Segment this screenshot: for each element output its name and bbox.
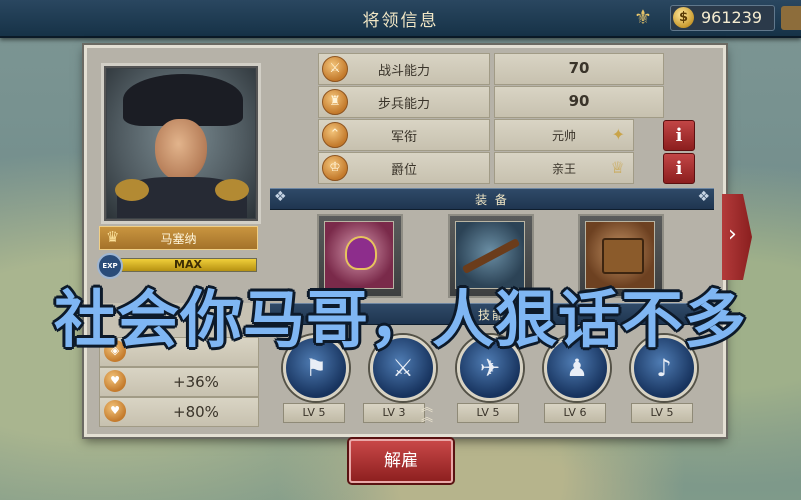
skill-level: LV 5	[283, 403, 345, 423]
coin-icon: $	[673, 7, 694, 28]
epaulet-left	[115, 179, 149, 201]
dismiss-button[interactable]: 解雇	[349, 439, 453, 483]
stat-row-infantry: ♜ 步兵能力 90	[318, 86, 694, 118]
equipment-header: 装 备 ❖ ❖	[270, 188, 714, 210]
gold-counter[interactable]: $ 961239	[670, 5, 775, 31]
epaulet-right	[215, 179, 249, 201]
face	[155, 119, 207, 181]
stat-label: 战斗能力	[377, 64, 430, 79]
gold-amount: 961239	[701, 8, 763, 27]
musket-icon	[455, 221, 525, 289]
nobility-info-button[interactable]: i	[663, 153, 695, 184]
general-name-bar: ♛ 马塞纳	[99, 226, 258, 250]
stat-value-box: 元帅 ✦	[494, 119, 634, 151]
skill-level: LV 5	[457, 403, 519, 423]
bonus-row: ♥ +36%	[99, 367, 259, 397]
stat-value-box: 90	[494, 86, 664, 118]
exp-track: MAX	[119, 258, 257, 272]
ornament-icon: ❖	[697, 189, 710, 205]
stat-value-box: 70	[494, 53, 664, 85]
stat-row-nobility: ♔ 爵位 亲王 ♕	[318, 152, 694, 184]
stat-value-box: 亲王 ♕	[494, 152, 634, 184]
stat-row-combat: ⚔ 战斗能力 70	[318, 53, 694, 85]
heart-shield-icon: ♥	[104, 370, 126, 392]
exp-bar: MAX EXP	[97, 253, 257, 279]
upgrade-chevron-icon: ︽ ︽	[420, 400, 433, 424]
stat-value: 90	[568, 92, 590, 110]
stat-label-box: ♔ 爵位	[318, 152, 490, 184]
stat-value: 70	[568, 59, 590, 77]
stat-label-box: ⌃ 军衔	[318, 119, 490, 151]
exp-value: MAX	[174, 258, 202, 271]
skill-level: LV 6	[544, 403, 606, 423]
title-bar: 将领信息 ⚜ $ 961239	[0, 0, 801, 38]
stat-label: 爵位	[390, 163, 417, 178]
skill-level: LV 5	[631, 403, 693, 423]
ammo-chest-icon	[585, 221, 655, 289]
bonus-row: ♥ +80%	[99, 397, 259, 427]
heart-icon: ♥	[104, 400, 126, 422]
stat-label-box: ♜ 步兵能力	[318, 86, 490, 118]
rank-wings-icon: ✦	[611, 125, 625, 144]
stat-label-box: ⚔ 战斗能力	[318, 53, 490, 85]
general-name: 马塞纳	[160, 232, 197, 246]
equipment-title: 装 备	[475, 193, 509, 207]
stat-label: 军衔	[390, 130, 417, 145]
fleur-icon[interactable]: ⚜	[632, 6, 654, 28]
purple-heart-medal-icon	[324, 221, 394, 289]
video-caption-overlay: 社会你马哥，人狠话不多	[53, 283, 747, 356]
rank-info-button[interactable]: i	[663, 120, 695, 151]
bonus-value: +80%	[173, 403, 219, 421]
crown-icon: ♕	[610, 158, 625, 177]
ornament-icon: ❖	[274, 189, 287, 205]
general-portrait	[107, 69, 255, 218]
bonus-value: +36%	[173, 373, 219, 391]
side-menu-tab[interactable]	[781, 6, 801, 30]
skill-level: LV 3	[363, 403, 425, 423]
portrait-frame	[101, 63, 261, 224]
exp-badge: EXP	[97, 253, 123, 279]
stat-row-rank: ⌃ 军衔 元帅 ✦	[318, 119, 694, 151]
stat-label: 步兵能力	[377, 97, 430, 112]
